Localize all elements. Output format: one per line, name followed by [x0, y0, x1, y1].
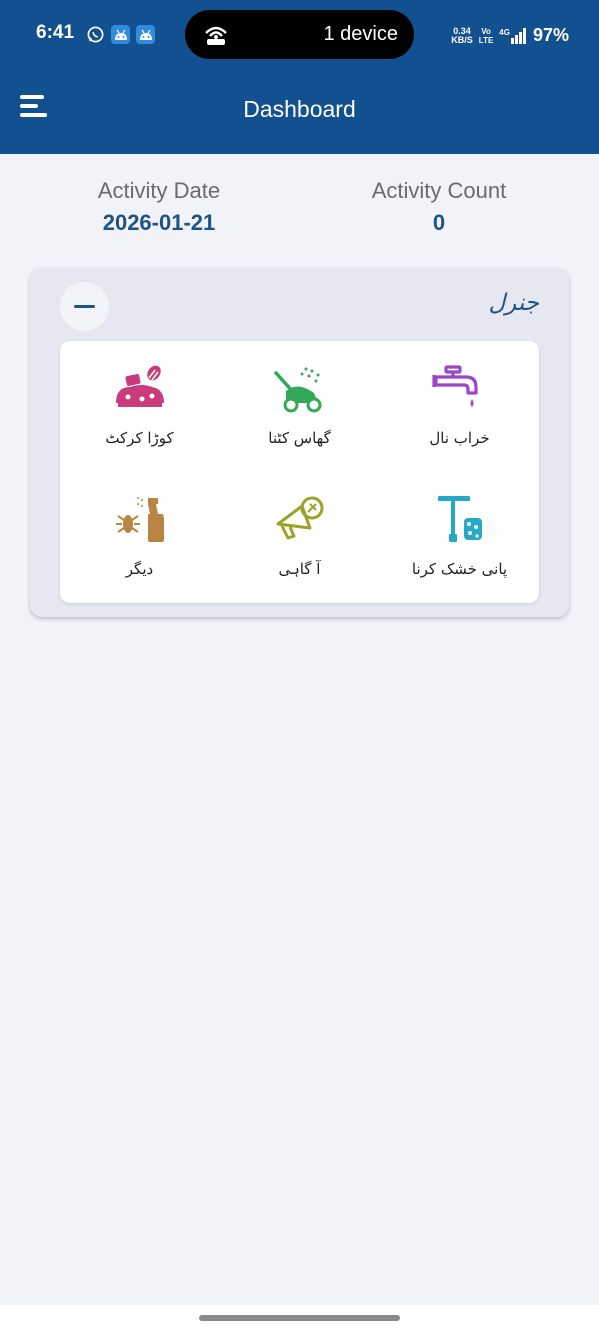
hotspot-icon — [203, 22, 229, 51]
signal-icon: 4G — [499, 27, 527, 44]
activity-count-summary: Activity Count 0 — [309, 178, 569, 236]
hotspot-label: 1 device — [323, 23, 399, 45]
category-awareness[interactable]: آ گاہی — [220, 472, 379, 603]
garbage-icon — [115, 365, 164, 407]
category-label: خراب نال — [429, 429, 490, 447]
category-garbage[interactable]: کوڑا کرکٹ — [60, 341, 219, 472]
squeegee-icon — [437, 496, 482, 542]
battery-level: 97% — [532, 25, 569, 45]
android-app-icon — [136, 25, 155, 44]
activity-date-label: Activity Date — [97, 178, 221, 203]
activity-date-summary: Activity Date 2026-01-21 — [29, 178, 289, 236]
activity-count-value: 0 — [432, 210, 446, 235]
network-speed: 0.34 KB/S — [451, 25, 473, 45]
status-notification-icons — [86, 25, 155, 44]
whatsapp-icon — [86, 25, 105, 44]
category-label: آ گاہی — [278, 560, 321, 578]
faucet-icon — [431, 365, 478, 407]
insect-spray-icon — [115, 497, 164, 542]
category-water-drying[interactable]: پانی خشک کرنا — [380, 472, 539, 603]
gesture-handle[interactable] — [199, 1315, 400, 1321]
category-label: پانی خشک کرنا — [411, 560, 508, 578]
category-label: دیگر — [125, 560, 154, 578]
category-broken-tap[interactable]: خراب نال — [380, 341, 539, 472]
lawn-mower-icon — [273, 367, 321, 413]
minus-icon[interactable] — [60, 282, 109, 331]
category-other[interactable]: دیگر — [60, 472, 219, 603]
app-bar: 6:41 1 device 0.34 KB/S Vo LTE 4G 97% Da… — [0, 0, 599, 154]
status-time: 6:41 — [36, 22, 75, 43]
megaphone-icon — [276, 496, 323, 540]
activity-count-label: Activity Count — [371, 178, 507, 203]
category-label: کوڑا کرکٹ — [105, 429, 174, 447]
category-label: گھاس کٹنا — [268, 429, 331, 447]
card-title: جنرل — [488, 290, 539, 316]
status-system-icons: 0.34 KB/S Vo LTE 4G 97% — [451, 25, 569, 46]
volte-indicator: Vo LTE — [478, 26, 494, 45]
category-grass-cutting[interactable]: گھاس کٹنا — [220, 341, 379, 472]
activity-date-value: 2026-01-21 — [102, 210, 216, 235]
general-category-card: جنرل خراب نال گھاس کٹنا کوڑا کرکٹ پانی خ… — [30, 268, 569, 617]
page-title: Dashboard — [243, 96, 356, 122]
android-app-icon — [111, 25, 130, 44]
hotspot-indicator[interactable]: 1 device — [185, 10, 414, 59]
category-grid: خراب نال گھاس کٹنا کوڑا کرکٹ پانی خشک کر… — [60, 341, 539, 603]
